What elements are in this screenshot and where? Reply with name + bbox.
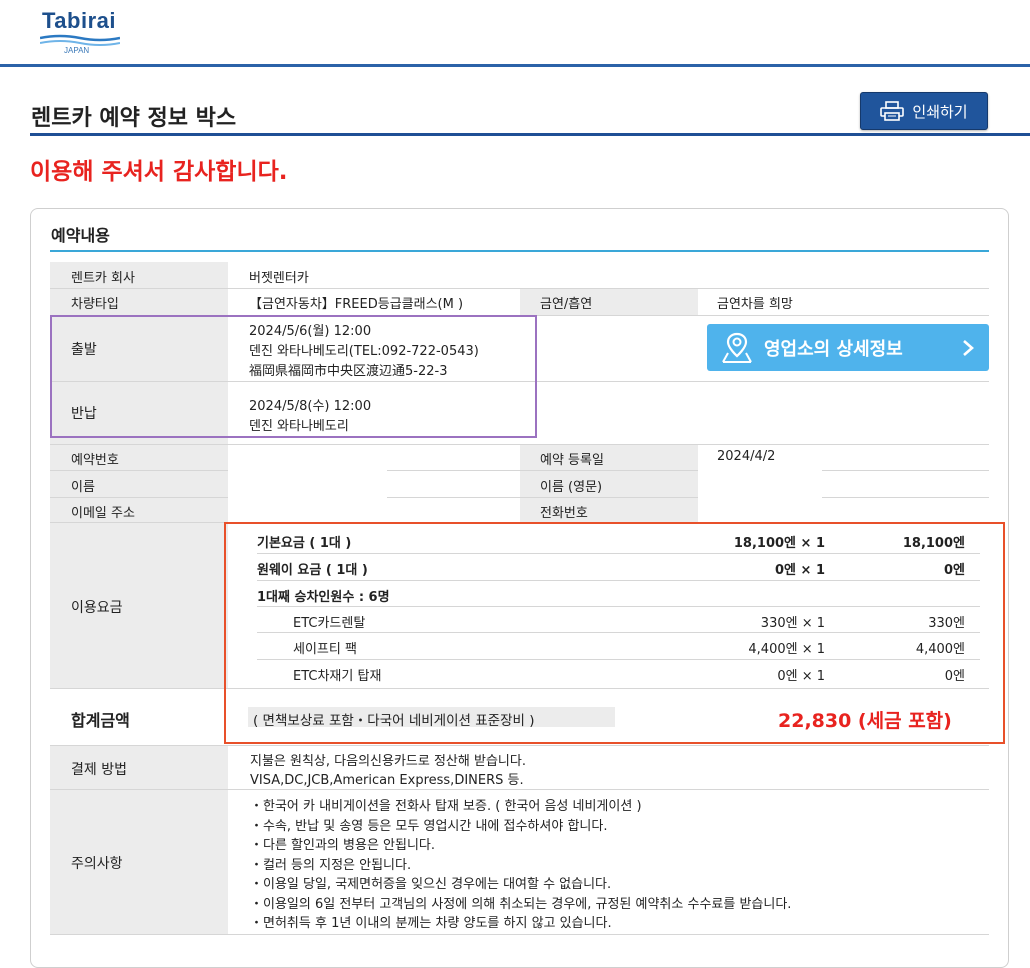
- reg-date-value: 2024/4/2: [717, 449, 776, 464]
- notes-line: ・면허취득 후 1년 이내의 분께는 차량 양도를 하지 않고 있습니다.: [250, 916, 612, 931]
- payment-line: 지불은 원칙상, 다음의신용카드로 정산해 받습니다.: [250, 754, 526, 769]
- notes-line: ・수속, 반납 및 송영 등은 모두 영업시간 내에 접수하셔야 합니다.: [250, 819, 608, 834]
- row-divider: [822, 497, 989, 498]
- total-label: 합계금액: [71, 711, 130, 730]
- payment-line: VISA,DC,JCB,American Express,DINERS 등.: [250, 773, 524, 788]
- vehicle-label: 차량타입: [71, 297, 119, 312]
- notes-label: 주의사항: [71, 856, 123, 872]
- print-label: 인쇄하기: [912, 102, 968, 121]
- wave-icon: [40, 34, 120, 46]
- fee-highlight: [224, 522, 1005, 744]
- row-divider: [822, 470, 989, 471]
- title-rule: [30, 133, 1030, 136]
- thanks-message: 이용해 주셔서 감사합니다.: [30, 159, 288, 185]
- notes-line: ・이용일 당일, 국제면허증을 잊으신 경우에는 대여할 수 없습니다.: [250, 877, 612, 892]
- name-en-label: 이름 (영문): [540, 480, 603, 495]
- row-divider: [387, 497, 520, 498]
- section-rule: [50, 250, 989, 252]
- notes-line: ・컬러 등의 지정은 안됩니다.: [250, 858, 412, 873]
- reg-date-label: 예약 등록일: [540, 453, 604, 468]
- phone-label: 전화번호: [540, 506, 588, 521]
- print-button[interactable]: 인쇄하기: [860, 92, 988, 130]
- header-rule: [0, 64, 1030, 67]
- office-detail-button[interactable]: 영업소의 상세정보: [707, 324, 989, 371]
- detail-button-label: 영업소의 상세정보: [764, 338, 903, 360]
- logo-sub: JAPAN: [64, 46, 90, 55]
- company-value: 버젯렌터카: [249, 271, 309, 286]
- notes-line: ・다른 할인과의 병용은 안됩니다.: [250, 838, 436, 853]
- map-pin-icon: [722, 332, 752, 363]
- logo-brand: Tabirai: [42, 8, 117, 33]
- booking-no-label: 예약번호: [71, 453, 119, 468]
- printer-icon: [880, 101, 905, 121]
- fee-label: 이용요금: [71, 600, 123, 616]
- tabirai-logo[interactable]: Tabirai JAPAN: [38, 6, 124, 56]
- company-label: 렌트카 회사: [71, 271, 135, 286]
- page-title: 렌트카 예약 정보 박스: [31, 106, 237, 131]
- row-divider: [50, 934, 989, 935]
- row-divider: [387, 470, 520, 471]
- route-highlight: [50, 315, 537, 438]
- smoking-value: 금연차를 희망: [717, 297, 793, 312]
- chevron-right-icon: [963, 339, 974, 356]
- notes-line: ・이용일의 6일 전부터 고객님의 사정에 의해 취소되는 경우에, 규정된 예…: [250, 897, 792, 912]
- payment-label: 결제 방법: [71, 762, 127, 778]
- notes-line: ・한국어 카 내비게이션을 전화사 탑재 보증. ( 한국어 음성 네비게이션 …: [250, 799, 642, 814]
- name-label: 이름: [71, 480, 95, 495]
- smoking-label: 금연/흡연: [540, 297, 593, 312]
- email-label: 이메일 주소: [71, 506, 135, 521]
- vehicle-value: 【금연자동차】FREED등급클래스(M ): [249, 297, 464, 312]
- section-title: 예약내용: [51, 226, 110, 245]
